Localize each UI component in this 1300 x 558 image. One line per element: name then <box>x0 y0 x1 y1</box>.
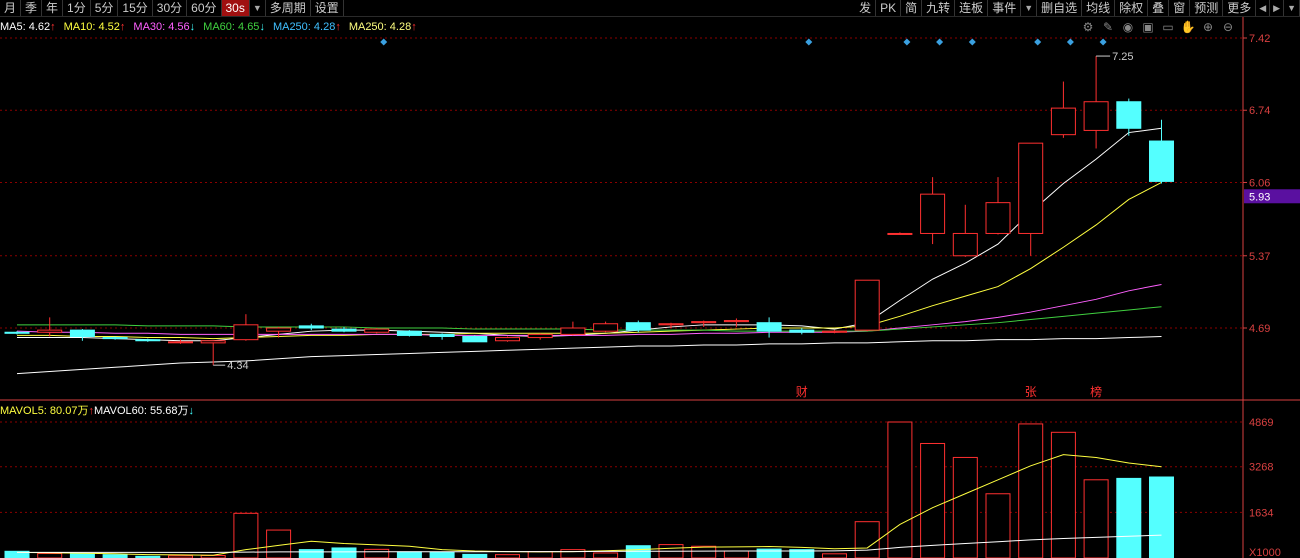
y-tick-label: 6.74 <box>1249 105 1270 117</box>
candle-body <box>233 324 259 341</box>
volume-bar <box>396 551 422 558</box>
candle-body <box>331 328 357 332</box>
volume-bar <box>364 548 390 558</box>
min-price-label: 4.34 <box>227 360 248 372</box>
volume-bar <box>462 553 488 558</box>
candle-body <box>1083 101 1109 131</box>
event-marker-icon <box>1034 38 1042 46</box>
candle-body <box>298 325 324 329</box>
volume-bar <box>102 554 128 558</box>
candle-body <box>1116 101 1142 129</box>
y-tick-label: 4.69 <box>1249 323 1270 335</box>
event-marker-icon <box>968 38 976 46</box>
event-marker-icon <box>1066 38 1074 46</box>
max-price-label: 7.25 <box>1112 51 1133 63</box>
event-label: 榜 <box>1090 384 1102 399</box>
volume-bar <box>331 547 357 558</box>
candle-body <box>593 323 619 332</box>
volume-bar <box>1116 477 1142 558</box>
candle-body <box>723 320 749 323</box>
candle-body <box>560 327 586 335</box>
volume-bar <box>625 545 651 558</box>
current-price-label: 5.93 <box>1249 191 1270 203</box>
volume-bar <box>1083 479 1109 558</box>
volume-bar <box>1149 476 1174 558</box>
candle-body <box>200 340 226 344</box>
volume-bar <box>691 545 717 558</box>
candle-body <box>985 202 1011 234</box>
candle-body <box>822 330 847 333</box>
candle-body <box>789 329 815 333</box>
candle-body <box>266 327 292 332</box>
ma5-line <box>17 127 1162 342</box>
stock-chart[interactable]: 7.42 6.74 6.06 5.37 4.69 4869 3268 1634 X1000 5.9… <box>0 0 1300 558</box>
event-label: 财 <box>796 385 808 399</box>
event-marker-icon <box>380 38 388 46</box>
candle-body <box>462 335 488 343</box>
candle-body <box>691 321 717 324</box>
candle-body <box>37 329 63 333</box>
volume-bar <box>69 553 95 558</box>
candle-body <box>1018 142 1044 234</box>
candle-body <box>756 322 782 332</box>
candle-body <box>854 279 880 331</box>
volume-bar <box>822 553 847 558</box>
volume-tick-label: 3268 <box>1249 462 1273 474</box>
volume-bar <box>887 421 913 558</box>
candle-body <box>495 337 520 342</box>
volume-bar <box>298 549 324 558</box>
event-marker-icon <box>936 38 944 46</box>
volume-tick-label: 1634 <box>1249 507 1273 519</box>
candle-body <box>920 193 946 234</box>
candle-body <box>952 232 978 257</box>
volume-bar <box>37 553 63 558</box>
candle-body <box>364 328 390 333</box>
y-tick-label: 5.37 <box>1249 251 1270 263</box>
event-marker-icon <box>1099 38 1107 46</box>
candle-body <box>4 331 30 334</box>
event-label: 张 <box>1025 385 1037 399</box>
volume-bar <box>854 521 880 558</box>
volume-tick-label: 4869 <box>1249 417 1273 429</box>
candle-body <box>887 232 913 235</box>
candle-body <box>69 329 95 337</box>
volume-bar <box>985 493 1011 558</box>
y-tick-label: 7.42 <box>1249 33 1270 45</box>
candle-body <box>625 322 651 331</box>
event-marker-icon <box>903 38 911 46</box>
volume-unit-label: X1000 <box>1249 547 1281 558</box>
candle-body <box>429 333 455 337</box>
volume-bar <box>756 548 782 558</box>
volume-bar <box>920 442 946 558</box>
candle-body <box>135 339 161 342</box>
volume-bar <box>723 550 749 558</box>
candle-body <box>396 330 422 336</box>
volume-bar <box>495 554 520 558</box>
volume-bar <box>527 551 553 558</box>
candle-body <box>1149 140 1174 182</box>
volume-bar <box>429 551 455 558</box>
candle-body <box>527 333 553 339</box>
event-marker-icon <box>805 38 813 46</box>
ma60-line <box>17 306 1162 332</box>
candle-body <box>1050 107 1076 136</box>
candle-body <box>658 323 684 326</box>
volume-bar <box>593 552 619 558</box>
y-tick-label: 6.06 <box>1249 177 1270 189</box>
candle-body <box>102 337 128 340</box>
candle-body <box>168 341 193 344</box>
volume-bar <box>1018 423 1044 558</box>
ma30-line <box>16 283 1162 336</box>
